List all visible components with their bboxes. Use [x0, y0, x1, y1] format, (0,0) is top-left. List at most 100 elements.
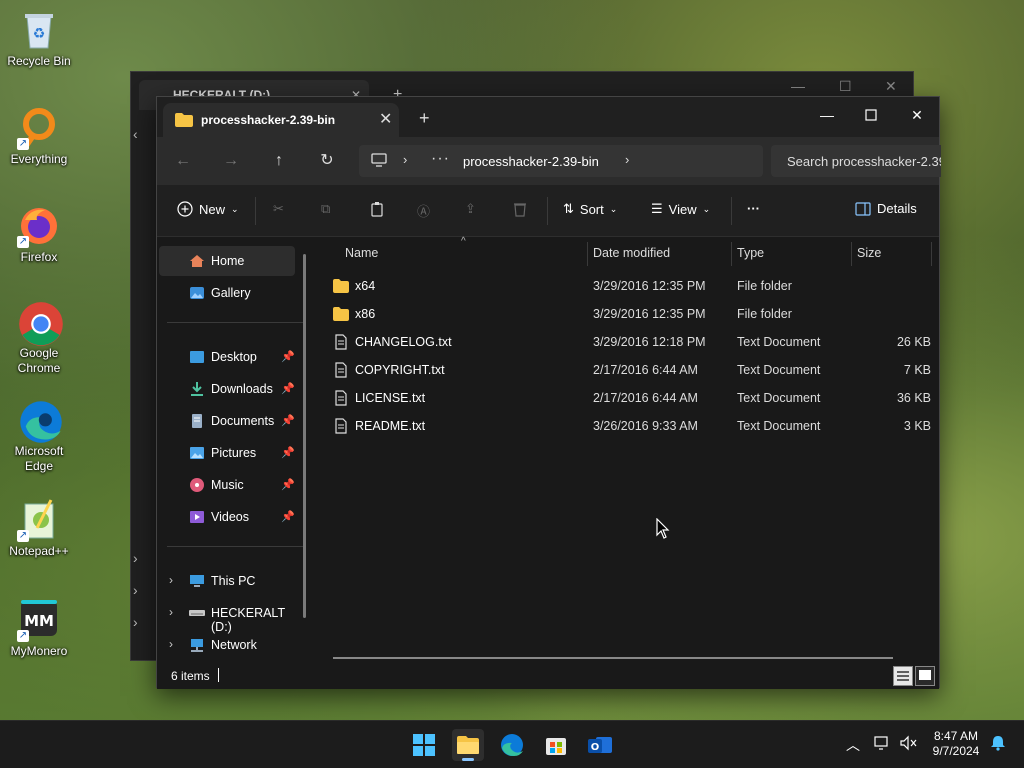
- file-size: 3 KB: [903, 419, 931, 433]
- desktop-icon-firefox[interactable]: ↗ Firefox: [4, 204, 74, 265]
- back-arrow-icon[interactable]: ←: [173, 151, 193, 171]
- desktop-icon-label: MyMonero: [10, 644, 68, 658]
- maximize-icon[interactable]: [851, 103, 891, 127]
- nav-item-label: Network: [211, 638, 257, 652]
- minimize-icon[interactable]: —: [791, 78, 805, 94]
- share-button[interactable]: ⇪: [465, 201, 476, 217]
- back-arrow-icon[interactable]: ‹: [133, 126, 138, 142]
- tab-processhacker[interactable]: processhacker-2.39-bin ✕: [163, 103, 399, 137]
- file-date-modified: 2/17/2016 6:44 AM: [593, 363, 698, 377]
- file-explorer-window[interactable]: processhacker-2.39-bin ✕ + — ✕ ← → ↑ ↻ ›…: [156, 96, 941, 689]
- file-name: x64: [355, 279, 376, 293]
- forward-arrow-icon[interactable]: →: [221, 151, 241, 171]
- chevron-right-icon[interactable]: ›: [133, 614, 138, 630]
- table-row[interactable]: CHANGELOG.txt 3/29/2016 12:18 PM Text Docu…: [315, 328, 941, 356]
- more-icon: ···: [747, 201, 760, 216]
- chevron-right-icon[interactable]: ›: [133, 550, 138, 566]
- table-row[interactable]: LICENSE.txt 2/17/2016 6:44 AM Text Documen…: [315, 384, 941, 412]
- table-row[interactable]: COPYRIGHT.txt 2/17/2016 6:44 AM Text Docum…: [315, 356, 941, 384]
- volume-muted-icon[interactable]: [900, 735, 918, 754]
- address-bar[interactable]: › ··· processhacker-2.39-bin ›: [359, 145, 763, 177]
- sort-icon: ⇅: [563, 201, 574, 216]
- refresh-icon[interactable]: ↻: [317, 151, 337, 171]
- new-label: New: [199, 201, 226, 217]
- breadcrumb-overflow[interactable]: ···: [431, 150, 450, 168]
- sort-button[interactable]: ⇅ Sort ⌄: [563, 201, 617, 217]
- nav-item-videos[interactable]: Videos 📌: [159, 502, 295, 532]
- table-row[interactable]: x86 3/29/2016 12:35 PM File folder: [315, 300, 941, 328]
- table-row[interactable]: README.txt 3/26/2016 9:33 AM Text Document…: [315, 412, 941, 440]
- chevron-right-icon[interactable]: ›: [403, 152, 407, 167]
- desktop-icon-notepad-plus-plus[interactable]: ↗ Notepad++: [4, 498, 74, 559]
- file-size: 7 KB: [903, 363, 931, 377]
- taskbar-file-explorer[interactable]: [452, 729, 484, 761]
- desktop-icon-everything[interactable]: ↗ Everything: [4, 106, 74, 167]
- chevron-right-icon[interactable]: ›: [169, 637, 173, 651]
- nav-pane-scrollbar[interactable]: [303, 254, 306, 618]
- nav-item-drive[interactable]: › HECKERALT (D:): [159, 598, 295, 634]
- chevron-right-icon[interactable]: ›: [169, 573, 173, 587]
- close-window-icon[interactable]: ✕: [897, 103, 937, 127]
- desktop-icon-mymonero[interactable]: MM ↗ MyMonero: [4, 598, 74, 659]
- new-button[interactable]: New ⌄: [177, 201, 239, 217]
- file-type: Text Document: [737, 363, 821, 377]
- network-tray-icon[interactable]: [874, 735, 892, 754]
- close-tab-icon[interactable]: ✕: [379, 109, 392, 129]
- show-hidden-icons-chevron-up-icon[interactable]: ︿: [846, 735, 860, 755]
- title-bar[interactable]: processhacker-2.39-bin ✕ + — ✕: [157, 97, 939, 137]
- column-header-size[interactable]: Size: [857, 246, 881, 272]
- breadcrumb-current[interactable]: processhacker-2.39-bin: [463, 154, 599, 169]
- column-divider[interactable]: [931, 242, 932, 266]
- copy-button[interactable]: ⧉: [321, 201, 330, 217]
- file-explorer-icon: [457, 736, 479, 754]
- desktop-icon-microsoft-edge[interactable]: Microsoft Edge: [4, 398, 74, 474]
- delete-button[interactable]: [513, 201, 527, 217]
- table-row[interactable]: x64 3/29/2016 12:35 PM File folder: [315, 272, 941, 300]
- maximize-icon[interactable]: ☐: [839, 78, 852, 95]
- desktop-icon-recycle-bin[interactable]: ♻ Recycle Bin: [4, 8, 74, 69]
- start-button[interactable]: [408, 729, 440, 761]
- up-arrow-icon[interactable]: ↑: [269, 151, 289, 171]
- nav-item-music[interactable]: Music 📌: [159, 470, 295, 500]
- file-type: File folder: [737, 307, 792, 321]
- column-divider[interactable]: [731, 242, 732, 266]
- horizontal-scrollbar[interactable]: [333, 657, 893, 659]
- details-button[interactable]: Details: [855, 201, 917, 216]
- see-more-button[interactable]: ···: [747, 201, 760, 216]
- taskbar-store[interactable]: [540, 729, 572, 761]
- desktop-icon-google-chrome[interactable]: Google Chrome: [4, 300, 74, 376]
- nav-item-gallery[interactable]: Gallery: [159, 278, 295, 308]
- minimize-icon[interactable]: —: [807, 103, 847, 127]
- view-button[interactable]: ☰ View ⌄: [651, 201, 710, 217]
- paste-button[interactable]: [369, 201, 385, 217]
- nav-item-documents[interactable]: Documents 📌: [159, 406, 295, 436]
- column-divider[interactable]: [851, 242, 852, 266]
- new-tab-icon[interactable]: +: [419, 108, 430, 129]
- chevron-right-icon[interactable]: ›: [169, 605, 173, 619]
- chevron-right-icon[interactable]: ›: [133, 582, 138, 598]
- close-icon[interactable]: ✕: [885, 78, 897, 95]
- cut-button[interactable]: ✂: [273, 201, 284, 217]
- nav-item-home[interactable]: Home: [159, 246, 295, 276]
- rename-button[interactable]: Ⓐ: [417, 201, 430, 220]
- taskbar-outlook[interactable]: O: [584, 729, 616, 761]
- folder-icon: [333, 279, 349, 293]
- nav-item-this-pc[interactable]: › This PC: [159, 566, 295, 596]
- notification-bell-icon[interactable]: [990, 735, 1006, 754]
- search-input[interactable]: Search processhacker-2.39-bin: [771, 145, 941, 177]
- column-header-date[interactable]: Date modified: [593, 246, 670, 272]
- chevron-right-icon[interactable]: ›: [625, 152, 629, 167]
- column-header-name[interactable]: Name: [345, 246, 378, 272]
- file-name: COPYRIGHT.txt: [355, 363, 445, 377]
- nav-item-desktop[interactable]: Desktop 📌: [159, 342, 295, 372]
- taskbar-edge[interactable]: [496, 729, 528, 761]
- details-view-button[interactable]: [893, 666, 913, 686]
- item-count: 6 items: [171, 669, 210, 683]
- column-header-type[interactable]: Type: [737, 246, 764, 272]
- column-divider[interactable]: [587, 242, 588, 266]
- tiles-view-button[interactable]: [915, 666, 935, 686]
- nav-item-network[interactable]: › Network: [159, 630, 295, 660]
- nav-item-downloads[interactable]: Downloads 📌: [159, 374, 295, 404]
- taskbar-clock[interactable]: 8:47 AM 9/7/2024: [926, 729, 986, 759]
- nav-item-pictures[interactable]: Pictures 📌: [159, 438, 295, 468]
